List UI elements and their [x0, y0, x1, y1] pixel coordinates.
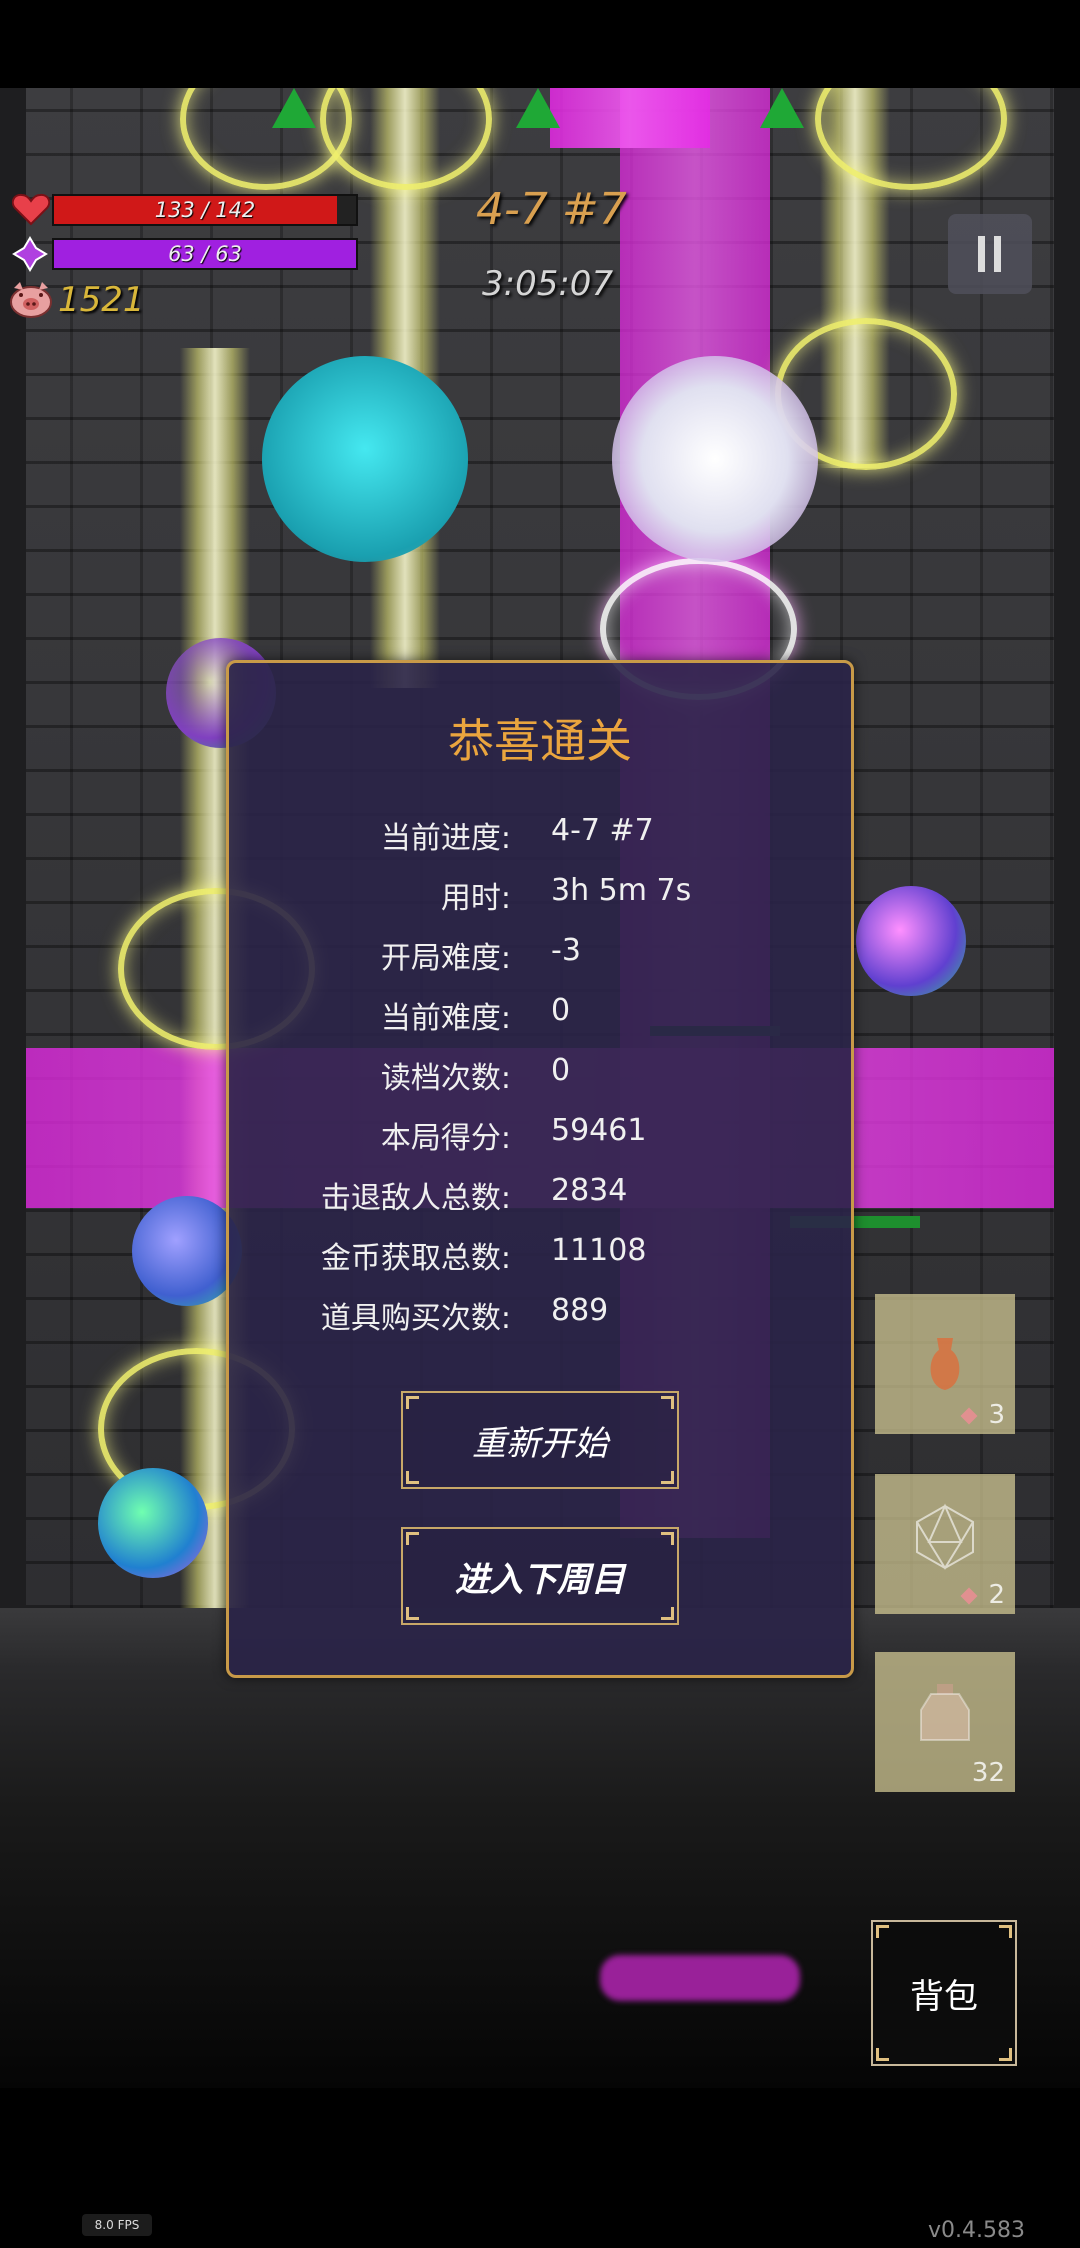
version-label: v0.4.583	[928, 2218, 1025, 2243]
bubble-orb	[98, 1468, 208, 1578]
hp-text: 133 / 142	[154, 198, 256, 222]
backpack-label: 背包	[910, 1976, 978, 2017]
stat-label: 当前进度:	[380, 821, 511, 856]
item-slot-dice[interactable]: 2	[875, 1474, 1015, 1614]
frame-corner	[406, 1532, 419, 1545]
stat-row: 击退敌人总数: 2834	[229, 1173, 851, 1216]
stat-label: 本局得分:	[380, 1121, 511, 1156]
frame-corner	[876, 2048, 889, 2061]
stat-row: 读档次数: 0	[229, 1053, 851, 1096]
stat-label: 道具购买次数:	[320, 1301, 511, 1336]
stat-label: 金币获取总数:	[320, 1241, 511, 1276]
stat-row: 当前难度: 0	[229, 993, 851, 1036]
stat-label: 用时:	[440, 881, 511, 916]
stat-value: 0	[551, 1053, 571, 1088]
stat-value: 2834	[551, 1173, 628, 1208]
frame-corner	[661, 1396, 674, 1409]
mana-crystal-icon	[12, 236, 48, 272]
frame-corner	[999, 1925, 1012, 1938]
enemy-marker-icon	[760, 88, 804, 128]
stat-row: 当前进度: 4-7 #7	[229, 813, 851, 856]
d20-dice-icon	[916, 1503, 974, 1570]
stat-label: 开局难度:	[380, 941, 511, 976]
gold-amount: 1521	[58, 280, 145, 320]
magic-glow	[600, 1955, 800, 2001]
stage-label: 4-7 #7	[476, 184, 627, 235]
stage-clear-dialog: 恭喜通关 当前进度: 4-7 #7 用时: 3h 5m 7s 开局难度: -3 当前难度: 0…	[226, 660, 854, 1678]
stat-value: 0	[551, 993, 571, 1028]
stat-value: 59461	[551, 1113, 647, 1148]
stat-row: 道具购买次数: 889	[229, 1293, 851, 1336]
potion-icon	[930, 1338, 960, 1390]
stat-value: 889	[551, 1293, 609, 1328]
restart-label: 重新开始	[472, 1423, 608, 1464]
frame-corner	[999, 2048, 1012, 2061]
frame-corner	[406, 1471, 419, 1484]
stat-value: 3h 5m 7s	[551, 873, 692, 908]
frame-corner	[876, 1925, 889, 1938]
pause-icon	[994, 236, 1001, 272]
magic-circle	[320, 88, 492, 190]
run-timer: 3:05:07	[482, 264, 614, 304]
stat-row: 开局难度: -3	[229, 933, 851, 976]
stat-value: -3	[551, 933, 581, 968]
frame-corner	[406, 1607, 419, 1620]
piggy-bank-icon	[10, 282, 52, 318]
stat-row: 用时: 3h 5m 7s	[229, 873, 851, 916]
frame-corner	[661, 1532, 674, 1545]
next-cycle-label: 进入下周目	[455, 1559, 625, 1600]
enemy-marker-icon	[516, 88, 560, 128]
dialog-title: 恭喜通关	[448, 714, 632, 768]
gem-icon	[960, 1587, 978, 1605]
heart-icon	[12, 193, 50, 226]
frame-corner	[661, 1471, 674, 1484]
item-count: 32	[971, 1758, 1005, 1788]
energy-orb	[612, 356, 818, 562]
mp-bar: 63 / 63	[52, 238, 358, 270]
pause-button[interactable]	[948, 214, 1032, 294]
bubble-orb	[856, 886, 966, 996]
item-slot-potion[interactable]: 3	[875, 1294, 1015, 1434]
stat-value: 4-7 #7	[551, 813, 654, 848]
stat-label: 击退敌人总数:	[320, 1181, 511, 1216]
enemy-marker-icon	[272, 88, 316, 128]
next-cycle-button[interactable]: 进入下周目	[401, 1527, 679, 1625]
backpack-button[interactable]: 背包	[871, 1920, 1017, 2066]
jar-icon	[920, 1684, 970, 1741]
energy-orb	[262, 356, 468, 562]
magic-beam	[550, 88, 710, 148]
stat-row: 金币获取总数: 11108	[229, 1233, 851, 1276]
restart-button[interactable]: 重新开始	[401, 1391, 679, 1489]
pause-icon	[978, 236, 985, 272]
frame-corner	[661, 1607, 674, 1620]
item-count: 3	[988, 1400, 1005, 1430]
fps-counter: 8.0 FPS	[82, 2214, 152, 2236]
item-count: 2	[988, 1580, 1005, 1610]
right-wall	[1054, 88, 1080, 1608]
item-slot-jar[interactable]: 32	[875, 1652, 1015, 1792]
stat-label: 当前难度:	[380, 1001, 511, 1036]
stat-row: 本局得分: 59461	[229, 1113, 851, 1156]
stat-label: 读档次数:	[380, 1061, 511, 1096]
gem-icon	[960, 1407, 978, 1425]
frame-corner	[406, 1396, 419, 1409]
hp-bar: 133 / 142	[52, 194, 358, 226]
stat-value: 11108	[551, 1233, 647, 1268]
mp-text: 63 / 63	[168, 242, 242, 266]
